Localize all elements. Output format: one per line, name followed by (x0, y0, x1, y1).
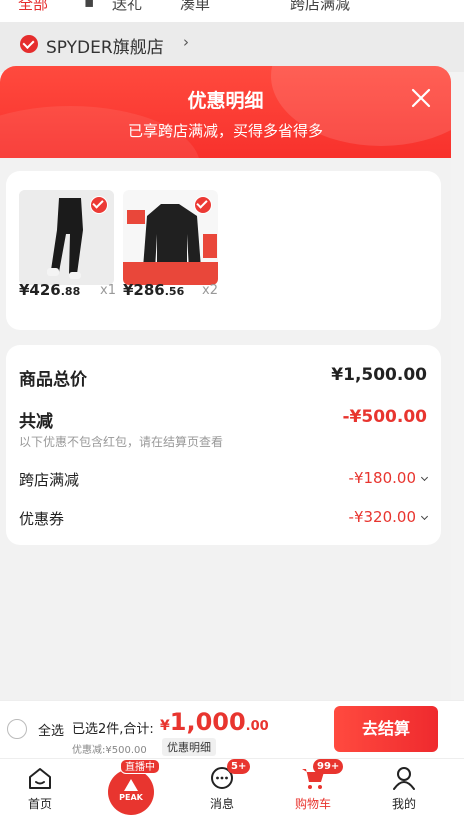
goods-total-label: 商品总价 (19, 370, 87, 390)
discount-summary-card: 商品总价 ¥1,500.00 共减 -¥500.00 以下优惠不包含红包，请在结… (6, 345, 441, 545)
home-icon (29, 768, 51, 789)
product-image[interactable] (123, 190, 218, 285)
product-qty: x2 (202, 283, 218, 298)
tab-cart-label: 购物车 (294, 797, 331, 811)
background-tab-strip: 全部 ▪ 送礼 凑单 跨店满减 (0, 0, 464, 22)
discount-amount: 优惠减:¥500.00 (72, 745, 147, 756)
tab-mine-label: 我的 (391, 797, 416, 811)
peak-logo-icon[interactable]: PEAK (108, 769, 154, 815)
chevron-down-icon (420, 512, 429, 521)
product-qty: x1 (100, 283, 116, 298)
discount-value: -¥500.00 (342, 407, 428, 427)
check-icon (20, 35, 38, 53)
product-image[interactable] (19, 190, 114, 285)
tab-cart[interactable]: 99+ 购物车 (273, 759, 353, 821)
tab-home-label: 首页 (27, 797, 52, 811)
cross-store-label: 跨店满减 (19, 471, 80, 489)
product-item[interactable] (19, 190, 114, 285)
sheet-title: 优惠明细 (187, 90, 264, 112)
chevron-down-icon (420, 473, 429, 482)
cross-store-row[interactable]: -¥180.00 (348, 469, 429, 487)
store-name: SPYDER旗舰店 (46, 38, 164, 58)
product-check-icon (194, 196, 212, 214)
tab-messages-label: 消息 (209, 797, 234, 811)
sheet-subtitle: 已享跨店满减，买得多省得多 (127, 122, 323, 140)
close-icon[interactable] (409, 86, 433, 110)
gift-icon: ▪ (84, 0, 95, 11)
product-price: ¥426.88 (19, 281, 81, 299)
selected-count: 已选2件,合计: (72, 722, 154, 737)
coupon-label: 优惠券 (19, 510, 65, 528)
product-check-icon (90, 196, 108, 214)
settle-bar: 全选 已选2件,合计: ¥1,000.00 优惠减:¥500.00 优惠明细 去… (0, 700, 464, 758)
bg-tab-cross-store: 跨店满减 (290, 0, 351, 13)
sheet-header: 优惠明细 已享跨店满减，买得多省得多 (0, 66, 451, 158)
bg-tab-combine: 凑单 (180, 0, 211, 13)
product-price: ¥286.56 (123, 281, 185, 299)
checkout-button[interactable]: 去结算 (334, 706, 438, 752)
bg-tab-gift: 送礼 (112, 0, 143, 13)
select-all-label[interactable]: 全选 (38, 720, 64, 739)
tab-messages[interactable]: 5+ 消息 (182, 759, 262, 821)
background-store-header: SPYDER旗舰店 › (0, 22, 464, 72)
cross-store-value: -¥180.00 (348, 469, 416, 487)
select-all-radio[interactable] (7, 719, 27, 739)
cart-badge: 99+ (313, 759, 344, 774)
discount-label: 共减 (19, 412, 53, 432)
discount-note: 以下优惠不包含红包，请在结算页查看 (19, 435, 224, 449)
chevron-right-icon: › (183, 33, 189, 51)
tab-mine[interactable]: 我的 (364, 759, 444, 821)
coupon-row[interactable]: -¥320.00 (348, 508, 429, 526)
bottom-tab-bar: 首页 PEAK 直播中 5+ 消息 99+ 购物车 我的 (0, 758, 464, 821)
user-icon (393, 767, 415, 790)
bg-tab-all: 全部 (18, 0, 49, 13)
live-badge: 直播中 (120, 759, 160, 774)
goods-total-value: ¥1,500.00 (331, 365, 427, 385)
product-item[interactable] (123, 190, 218, 285)
total-price: ¥1,000.00 (160, 708, 269, 736)
product-list-card: ¥426.88 x1 ¥286.56 x2 (6, 171, 441, 330)
peak-label: PEAK (119, 793, 143, 802)
coupon-value: -¥320.00 (348, 508, 416, 526)
messages-badge: 5+ (227, 759, 251, 774)
tab-home[interactable]: 首页 (0, 759, 80, 821)
discount-detail-link[interactable]: 优惠明细 (162, 738, 216, 756)
